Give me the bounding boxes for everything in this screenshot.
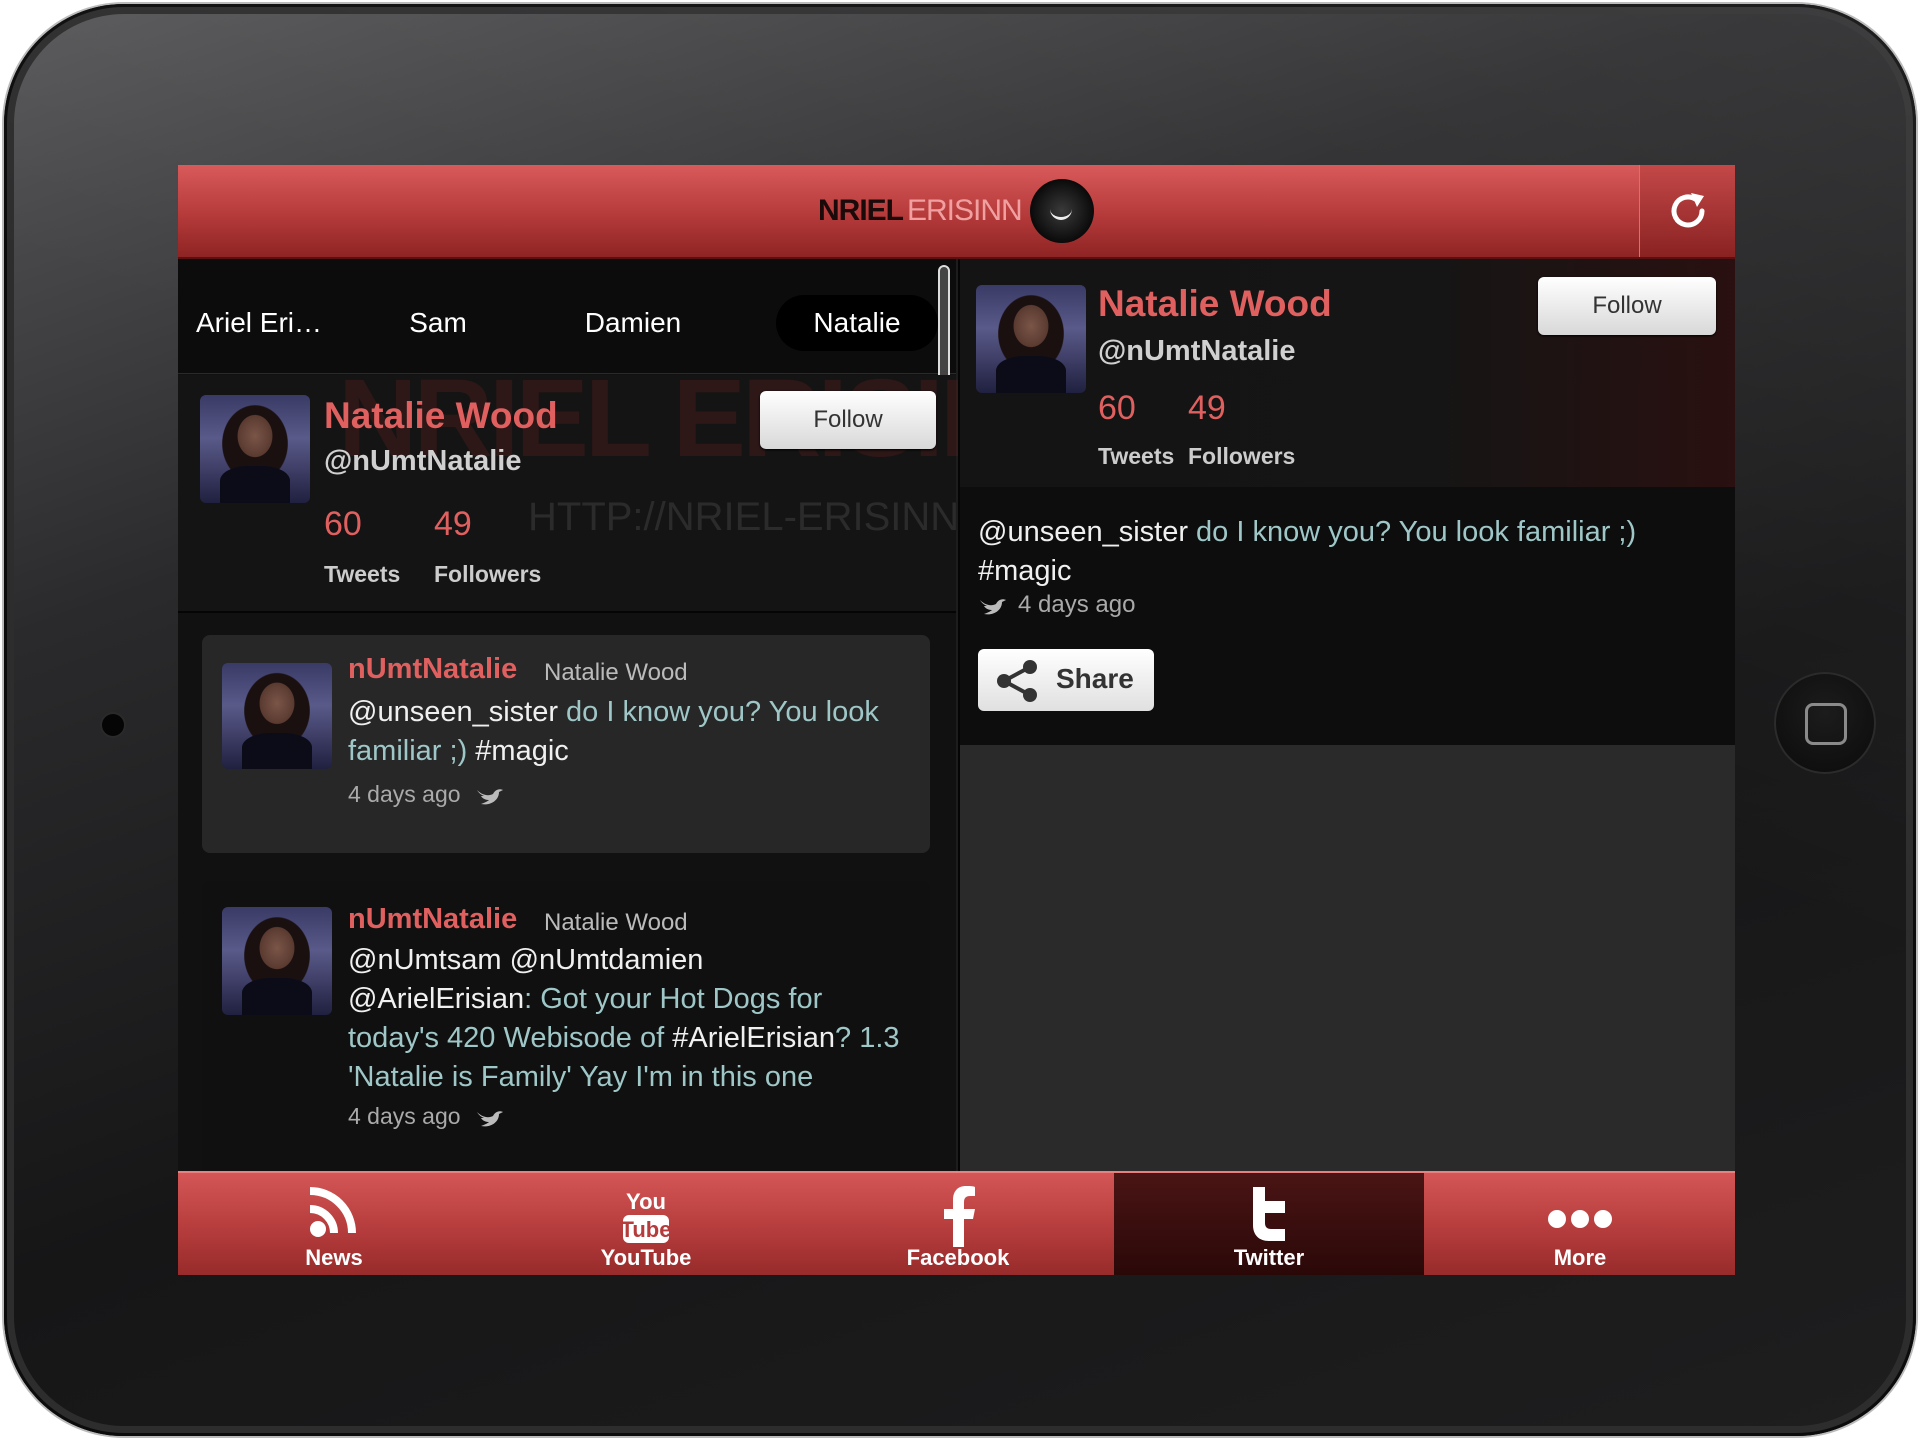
detail-tweet-timestamp: 4 days ago xyxy=(1018,591,1136,618)
home-button[interactable] xyxy=(1774,672,1876,774)
tweet-text: @unseen_sister do I know you? You look f… xyxy=(348,693,908,771)
refresh-button[interactable] xyxy=(1639,165,1735,257)
bottom-tab-bar: News You Tube YouTube Facebook Twitter M… xyxy=(178,1171,1735,1275)
tweet-avatar[interactable] xyxy=(222,907,332,1015)
profile-name: Natalie Wood xyxy=(324,395,558,436)
feed-panel: Ariel Eri… Sam Damien Natalie NRIEL ERIS… xyxy=(178,259,1095,1181)
watermark-url: HTTP://NRIEL-ERISINN.TK xyxy=(528,495,1022,539)
tweets-label: Tweets xyxy=(324,561,401,587)
tweet-hashtag[interactable]: #magic xyxy=(475,735,569,767)
tab-facebook[interactable]: Facebook xyxy=(802,1173,1114,1275)
tweet-username[interactable]: nUmtNatalie xyxy=(348,653,517,686)
detail-tweet: @unseen_sister do I know you? You look f… xyxy=(960,487,1735,745)
detail-tweet-text: @unseen_sister do I know you? You look f… xyxy=(978,513,1718,591)
tweets-count: 60 xyxy=(324,505,362,543)
svg-text:You: You xyxy=(626,1189,666,1214)
tab-more[interactable]: More xyxy=(1425,1173,1735,1275)
tab-youtube-label: YouTube xyxy=(600,1245,692,1270)
tab-natalie[interactable]: Natalie xyxy=(776,295,938,351)
detail-tweet-hashtag[interactable]: #magic xyxy=(978,555,1072,587)
tweet-mention[interactable]: @ArielErisian xyxy=(348,983,524,1015)
profile-header: NRIEL ERISINN HTTP://NRIEL-ERISINN.TK Na… xyxy=(178,357,1095,613)
detail-handle: @nUmtNatalie xyxy=(1098,335,1296,367)
svg-text:Tube: Tube xyxy=(621,1217,672,1242)
tweet-timestamp: 4 days ago xyxy=(348,1103,461,1129)
tweet-username[interactable]: nUmtNatalie xyxy=(348,903,517,936)
follow-button[interactable]: Follow xyxy=(760,391,936,449)
home-square-icon xyxy=(1805,703,1847,745)
tab-facebook-label: Facebook xyxy=(906,1245,1010,1270)
twitter-icon xyxy=(1253,1187,1285,1241)
tweet-card[interactable]: nUmtNatalie Natalie Wood @unseen_sister … xyxy=(202,635,930,853)
facebook-icon xyxy=(944,1186,975,1247)
tweet-display-name: Natalie Wood xyxy=(544,909,688,936)
detail-tweet-body: do I know you? You look familiar ;) xyxy=(1188,516,1637,548)
detail-tweet-time: 4 days ago xyxy=(978,591,1135,619)
tweet-text: @nUmtsam @nUmtdamien @ArielErisian: Got y… xyxy=(348,941,908,1097)
app-header: NRIEL ERISINN xyxy=(178,165,1735,259)
detail-follow-button[interactable]: Follow xyxy=(1538,277,1716,335)
followers-count: 49 xyxy=(434,505,472,543)
detail-tweets-label: Tweets xyxy=(1098,443,1175,469)
more-icon xyxy=(1548,1210,1612,1228)
detail-name: Natalie Wood xyxy=(1098,283,1332,324)
detail-followers-label: Followers xyxy=(1188,443,1296,469)
app-logo: NRIEL ERISINN xyxy=(818,179,1094,243)
profile-avatar[interactable] xyxy=(200,395,310,503)
tab-sam[interactable]: Sam xyxy=(368,295,508,351)
front-camera xyxy=(102,714,124,736)
refresh-icon xyxy=(1671,193,1705,228)
tweet-mention[interactable]: @unseen_sister xyxy=(348,696,558,728)
twitter-bird-icon xyxy=(980,598,1006,615)
tweet-time: 4 days ago xyxy=(348,781,505,808)
tab-more-label: More xyxy=(1553,1245,1607,1270)
tab-ariel[interactable]: Ariel Eri… xyxy=(196,295,336,351)
detail-panel: Natalie Wood @nUmtNatalie 60 Tweets 49 F… xyxy=(958,259,1735,1171)
profile-handle: @nUmtNatalie xyxy=(324,445,522,477)
detail-tweet-mention[interactable]: @unseen_sister xyxy=(978,516,1188,548)
share-icon xyxy=(997,660,1037,702)
youtube-icon: You Tube xyxy=(621,1189,672,1243)
detail-tweets-count: 60 xyxy=(1098,389,1136,427)
logo-emblem-icon xyxy=(1029,179,1094,243)
twitter-bird-icon xyxy=(476,1111,503,1127)
share-button[interactable]: Share xyxy=(978,649,1154,711)
tweet-timestamp: 4 days ago xyxy=(348,781,461,807)
detail-followers-count: 49 xyxy=(1188,389,1226,427)
tweet-avatar[interactable] xyxy=(222,663,332,769)
tweet-card[interactable]: nUmtNatalie Natalie Wood @nUmtsam @nUmtd… xyxy=(202,881,930,1181)
tab-news[interactable]: News xyxy=(178,1173,490,1275)
detail-avatar[interactable] xyxy=(976,285,1086,393)
tweet-display-name: Natalie Wood xyxy=(544,659,688,686)
twitter-bird-icon xyxy=(476,789,503,805)
app-screen: NRIEL ERISINN Ariel Eri… Sam Damien Nata… xyxy=(178,165,1735,1275)
tab-twitter[interactable]: Twitter xyxy=(1114,1173,1424,1275)
logo-text-primary: NRIEL xyxy=(818,194,904,227)
detail-profile-header: Natalie Wood @nUmtNatalie 60 Tweets 49 F… xyxy=(960,259,1735,487)
tab-twitter-label: Twitter xyxy=(1233,1245,1305,1270)
share-label: Share xyxy=(1056,663,1134,694)
tab-youtube[interactable]: You Tube YouTube xyxy=(490,1173,802,1275)
tab-damien[interactable]: Damien xyxy=(548,295,718,351)
tab-news-label: News xyxy=(305,1245,363,1270)
tweet-time: 4 days ago xyxy=(348,1103,505,1130)
tweet-hashtag[interactable]: #ArielErisian xyxy=(672,1022,835,1054)
logo-text-secondary: ERISINN xyxy=(907,194,1023,227)
followers-label: Followers xyxy=(434,561,542,587)
rss-icon xyxy=(309,1187,356,1237)
tweet-mentions[interactable]: @nUmtsam @nUmtdamien xyxy=(348,944,703,976)
